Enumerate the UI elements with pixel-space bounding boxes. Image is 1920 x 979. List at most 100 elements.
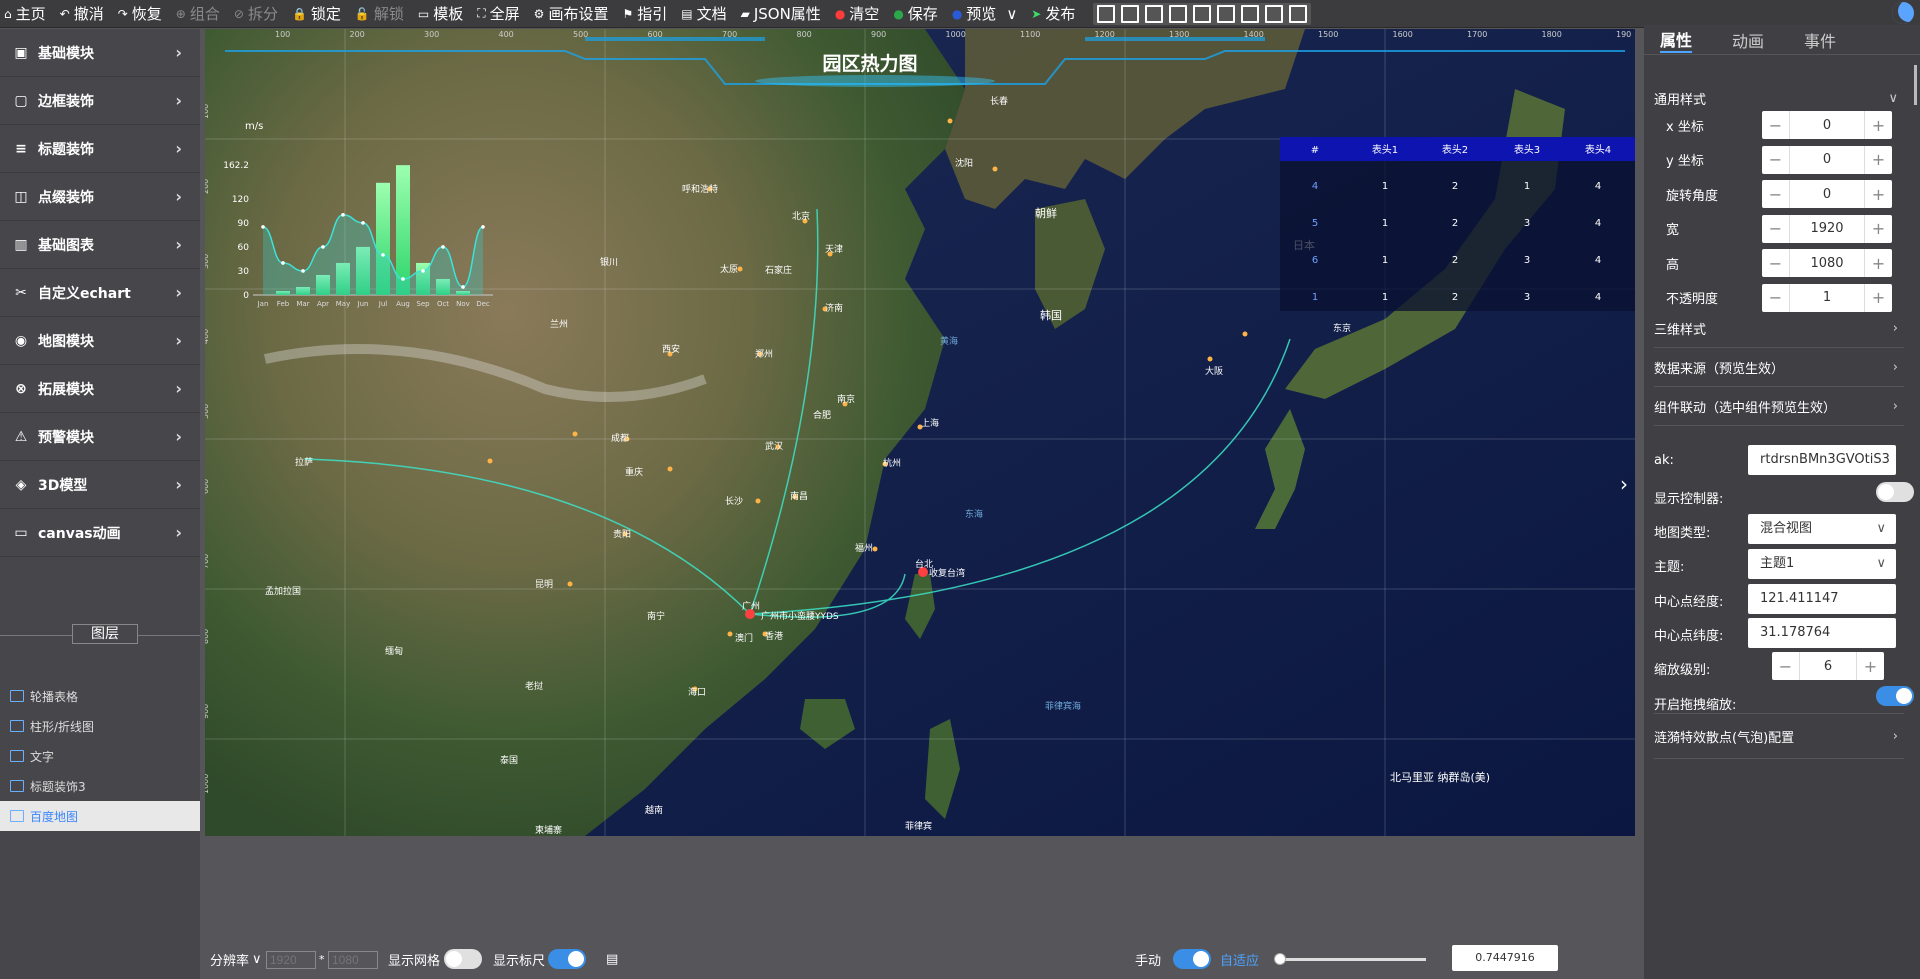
minus-icon[interactable]: − xyxy=(1762,249,1790,277)
show-grid-toggle[interactable] xyxy=(444,949,482,969)
baidu-map-satellite[interactable]: 北京 天津 上海 杭州 南京 武汉 成都 重庆 西安 郑州 济南 合肥 长沙 南… xyxy=(205,29,1635,836)
plus-icon[interactable]: + xyxy=(1856,652,1884,680)
show-controller-toggle[interactable] xyxy=(1876,482,1914,502)
fit-icon[interactable] xyxy=(1289,4,1308,23)
ripple-scatter-section[interactable]: 涟漪特效散点(气泡)配置 › xyxy=(1654,713,1904,759)
layer-item[interactable]: 轮播表格 xyxy=(0,681,200,711)
minus-icon[interactable]: − xyxy=(1762,214,1790,243)
distribute-h-icon[interactable] xyxy=(1265,4,1284,23)
split-button[interactable]: ⊘ 拆分 xyxy=(234,3,278,24)
align-right-icon[interactable] xyxy=(1145,4,1164,23)
prop-stepper[interactable]: −0 + xyxy=(1762,145,1892,174)
layer-item[interactable]: 标题装饰3 xyxy=(0,771,200,801)
layer-item[interactable]: 百度地图 xyxy=(0,801,200,831)
home-button[interactable]: ⌂ 主页 xyxy=(4,3,46,24)
tab-2[interactable]: 事件 xyxy=(1804,28,1836,52)
map-type-select[interactable]: 混合视图 ∨ xyxy=(1748,514,1896,544)
nav-item[interactable]: ▣ 基础模块 › xyxy=(0,29,200,77)
minus-icon[interactable]: − xyxy=(1772,652,1800,680)
minus-icon[interactable]: − xyxy=(1762,111,1790,139)
fullscreen-button[interactable]: ⛶ 全屏 xyxy=(477,3,519,24)
align-top-icon[interactable] xyxy=(1169,4,1188,23)
preview-button[interactable]: ● 预览 ∨ xyxy=(952,3,1017,24)
layer-item[interactable]: 柱形/折线图 xyxy=(0,711,200,741)
folder-button[interactable]: ▰ JSON属性 xyxy=(741,3,821,24)
prop-stepper[interactable]: −0 + xyxy=(1762,180,1892,208)
prop-stepper[interactable]: −0 + xyxy=(1762,111,1892,139)
redo-button[interactable]: ↷ 恢复 xyxy=(118,3,162,24)
unlock-button[interactable]: 🔓 解锁 xyxy=(355,3,404,24)
collapsed-section[interactable]: 数据来源（预览生效） › xyxy=(1654,348,1904,387)
chevron-down-icon[interactable]: ∨ xyxy=(252,952,262,967)
theme-select[interactable]: 主题1 ∨ xyxy=(1748,549,1896,579)
scrollbar[interactable] xyxy=(1914,65,1917,105)
clipboard-icon[interactable]: ▤ xyxy=(606,952,618,967)
zoom-slider[interactable] xyxy=(1280,958,1426,961)
clear-button[interactable]: ● 清空 xyxy=(835,3,880,24)
align-left-icon[interactable] xyxy=(1097,4,1116,23)
lock-button[interactable]: 🔒 锁定 xyxy=(292,3,341,24)
minus-icon[interactable]: − xyxy=(1762,145,1790,174)
undo-button[interactable]: ↶ 撤消 xyxy=(60,3,104,24)
fit-mode-toggle[interactable] xyxy=(1173,949,1211,969)
save-button[interactable]: ● 保存 xyxy=(893,3,938,24)
tab-0[interactable]: 属性 xyxy=(1660,27,1693,53)
gear-button[interactable]: ⚙ 画布设置 xyxy=(534,3,609,24)
nav-item[interactable]: ◫ 点缀装饰 › xyxy=(0,173,200,221)
tab-1[interactable]: 动画 xyxy=(1732,28,1764,52)
zoom-slider-handle[interactable] xyxy=(1274,953,1286,965)
plus-icon[interactable]: + xyxy=(1864,111,1892,139)
prop-value[interactable]: 1080 xyxy=(1790,256,1864,271)
zoom-stepper[interactable]: − 6 + xyxy=(1772,652,1884,680)
nav-item[interactable]: ▥ 基础图表 › xyxy=(0,221,200,269)
nav-item[interactable]: ◈ 3D模型 › xyxy=(0,461,200,509)
nav-item[interactable]: ◉ 地图模块 › xyxy=(0,317,200,365)
distribute-v-icon[interactable] xyxy=(1241,4,1260,23)
nav-item[interactable]: ✂ 自定义echart › xyxy=(0,269,200,317)
prop-value[interactable]: 0 xyxy=(1790,152,1864,167)
lng-input[interactable]: 121.411147 xyxy=(1748,584,1896,614)
nav-item[interactable]: ⊗ 拓展模块 › xyxy=(0,365,200,413)
editor-canvas[interactable]: 北京 天津 上海 杭州 南京 武汉 成都 重庆 西安 郑州 济南 合肥 长沙 南… xyxy=(205,29,1635,836)
height-input[interactable] xyxy=(328,950,378,969)
group-button[interactable]: ⊕ 组合 xyxy=(176,3,220,24)
prop-value[interactable]: 0 xyxy=(1790,118,1864,133)
nav-item[interactable]: ▢ 边框装饰 › xyxy=(0,77,200,125)
document-button[interactable]: ▤ 文档 xyxy=(681,3,726,24)
prop-value[interactable]: 0 xyxy=(1790,187,1864,202)
lat-input[interactable]: 31.178764 xyxy=(1748,618,1896,648)
flag-button[interactable]: ⚑ 指引 xyxy=(622,3,667,24)
map-label: 缅甸 xyxy=(385,645,403,657)
chevron-right-icon: › xyxy=(175,427,182,446)
prop-value[interactable]: 1920 xyxy=(1790,221,1864,236)
collapsed-section[interactable]: 组件联动（选中组件预览生效） › xyxy=(1654,387,1904,426)
plus-icon[interactable]: + xyxy=(1864,283,1892,312)
align-bottom-icon[interactable] xyxy=(1217,4,1236,23)
align-vcenter-icon[interactable] xyxy=(1193,4,1212,23)
width-input[interactable] xyxy=(266,950,316,969)
nav-item[interactable]: ⚠ 预警模块 › xyxy=(0,413,200,461)
prop-stepper[interactable]: −1080 + xyxy=(1762,249,1892,277)
show-ruler-toggle[interactable] xyxy=(548,949,586,969)
plus-icon[interactable]: + xyxy=(1864,249,1892,277)
ak-input[interactable]: rtdrsnBMn3GVOtiS3 xyxy=(1748,445,1896,475)
minus-icon[interactable]: − xyxy=(1762,283,1790,312)
drag-zoom-toggle[interactable] xyxy=(1876,686,1914,706)
zoom-input[interactable]: 0.7447916 xyxy=(1452,945,1558,971)
align-hcenter-icon[interactable] xyxy=(1121,4,1140,23)
publish-button[interactable]: ➤ 发布 xyxy=(1031,3,1075,24)
nav-item[interactable]: ▭ canvas动画 › xyxy=(0,509,200,557)
layer-item[interactable]: 文字 xyxy=(0,741,200,771)
plus-icon[interactable]: + xyxy=(1864,180,1892,208)
plus-icon[interactable]: + xyxy=(1864,214,1892,243)
minus-icon[interactable]: − xyxy=(1762,180,1790,208)
prop-value[interactable]: 1 xyxy=(1790,290,1864,305)
prop-stepper[interactable]: −1920 + xyxy=(1762,214,1892,243)
plus-icon[interactable]: + xyxy=(1864,145,1892,174)
theme-toggle-icon[interactable] xyxy=(1892,2,1914,24)
template-button[interactable]: ▭ 模板 xyxy=(418,3,463,24)
nav-item[interactable]: ≡ 标题装饰 › xyxy=(0,125,200,173)
collapsed-section[interactable]: 三维样式 › xyxy=(1654,309,1904,348)
chevron-down-icon[interactable]: ∨ xyxy=(1006,5,1017,23)
prop-stepper[interactable]: −1 + xyxy=(1762,283,1892,312)
